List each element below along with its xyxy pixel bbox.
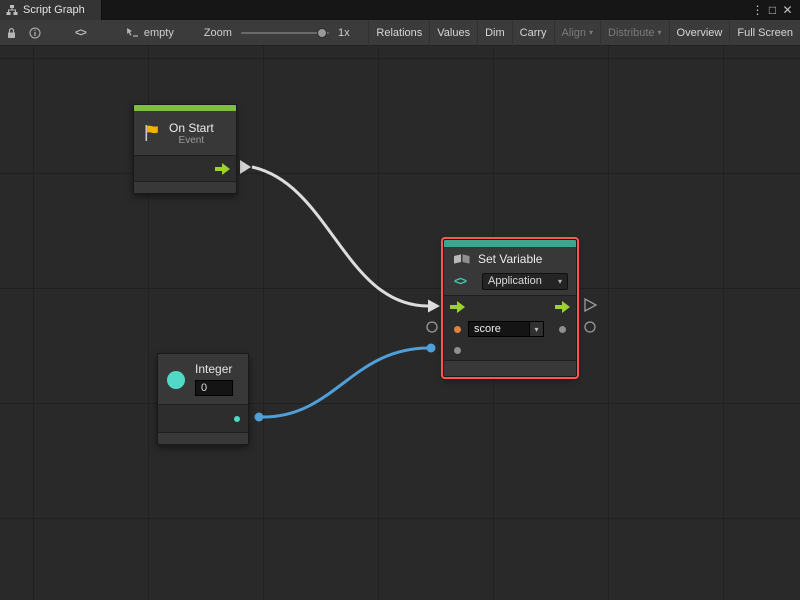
wire-onstart-to-setvariable[interactable] bbox=[252, 167, 428, 306]
value-in-port-dot[interactable] bbox=[454, 347, 461, 354]
integer-value: 0 bbox=[201, 382, 207, 394]
set-variable-ports: score ▾ bbox=[444, 295, 576, 360]
zoom-control: Zoom 1x bbox=[204, 27, 350, 39]
node-set-variable[interactable]: Set Variable <> Application ▾ bbox=[443, 239, 577, 377]
integer-out-port-dot[interactable] bbox=[234, 416, 240, 422]
node-title: On Start bbox=[169, 121, 214, 135]
scope-dropdown[interactable]: Application ▾ bbox=[482, 273, 568, 290]
setvariable-value-output-port[interactable] bbox=[585, 322, 595, 332]
distribute-dropdown-arrow: ▾ bbox=[658, 28, 662, 37]
variable-name-dropdown[interactable]: score ▾ bbox=[468, 321, 544, 337]
carry-button[interactable]: Carry bbox=[512, 20, 554, 46]
align-dropdown-arrow: ▾ bbox=[589, 28, 593, 37]
setvariable-value-input-port[interactable] bbox=[427, 344, 436, 353]
flow-out-arrow-icon[interactable] bbox=[555, 301, 570, 313]
selection-empty-label: empty bbox=[144, 27, 174, 39]
onstart-flow-output-port[interactable] bbox=[240, 160, 251, 174]
inspector-summary: empty bbox=[126, 27, 174, 39]
integer-ports bbox=[158, 404, 248, 432]
name-port-dot[interactable] bbox=[454, 326, 461, 333]
script-graph-window: Script Graph ⋮ □ ✕ <> bbox=[0, 0, 800, 600]
integer-value-field[interactable]: 0 bbox=[195, 380, 233, 396]
node-footer bbox=[158, 432, 248, 444]
set-variable-scope-row: <> Application ▾ bbox=[444, 271, 576, 295]
code-view-icon[interactable]: <> bbox=[69, 20, 92, 46]
node-footer bbox=[444, 360, 576, 376]
variables-icon bbox=[452, 252, 471, 266]
integer-type-icon bbox=[167, 371, 185, 389]
selection-pointer-icon bbox=[126, 27, 139, 39]
distribute-button[interactable]: Distribute ▾ bbox=[600, 20, 668, 46]
integer-output-port[interactable] bbox=[255, 413, 264, 422]
set-variable-header: Set Variable bbox=[444, 247, 576, 271]
relations-button[interactable]: Relations bbox=[368, 20, 429, 46]
overview-button[interactable]: Overview bbox=[669, 20, 730, 46]
node-integer[interactable]: Integer 0 bbox=[157, 353, 249, 445]
variable-color-bar bbox=[444, 240, 576, 247]
flow-in-arrow-icon[interactable] bbox=[450, 301, 465, 313]
graph-canvas[interactable]: On Start Event Set Variable bbox=[0, 46, 800, 600]
variable-kind-icon: <> bbox=[454, 274, 466, 288]
flag-icon bbox=[142, 123, 162, 143]
node-title: Set Variable bbox=[478, 252, 542, 266]
window-controls: ⋮ □ ✕ bbox=[750, 0, 800, 20]
maximize-icon[interactable]: □ bbox=[765, 0, 780, 20]
wire-layer bbox=[0, 46, 800, 600]
dim-button[interactable]: Dim bbox=[477, 20, 512, 46]
window-menu-icon[interactable]: ⋮ bbox=[750, 0, 765, 20]
close-icon[interactable]: ✕ bbox=[780, 0, 795, 20]
graph-toolbar: <> empty Zoom 1x Relations Values D bbox=[0, 20, 800, 46]
zoom-value: 1x bbox=[338, 27, 350, 39]
node-footer bbox=[134, 181, 236, 193]
node-subtitle: Event bbox=[169, 135, 214, 146]
align-button[interactable]: Align ▾ bbox=[554, 20, 600, 46]
tab-title: Script Graph bbox=[23, 4, 85, 16]
zoom-slider-handle[interactable] bbox=[317, 28, 327, 38]
node-title: Integer bbox=[195, 362, 232, 376]
flow-out-arrow-icon[interactable] bbox=[215, 163, 230, 175]
integer-header: Integer 0 bbox=[158, 354, 248, 404]
zoom-slider[interactable] bbox=[241, 32, 329, 34]
tab-script-graph[interactable]: Script Graph bbox=[0, 0, 102, 20]
wire-integer-to-setvariable[interactable] bbox=[263, 348, 429, 417]
node-on-start[interactable]: On Start Event bbox=[133, 104, 237, 194]
wire-arrowhead bbox=[428, 300, 440, 313]
setvariable-flow-output-port[interactable] bbox=[585, 299, 596, 311]
setvariable-name-input-port[interactable] bbox=[427, 322, 437, 332]
graph-tab-icon bbox=[6, 4, 18, 16]
lock-icon[interactable] bbox=[0, 20, 23, 46]
toolbar-buttons: Relations Values Dim Carry Align ▾ Distr… bbox=[368, 20, 800, 46]
variable-name-value: score bbox=[469, 323, 529, 335]
titlebar: Script Graph ⋮ □ ✕ bbox=[0, 0, 800, 20]
values-button[interactable]: Values bbox=[429, 20, 477, 46]
full-screen-button[interactable]: Full Screen bbox=[729, 20, 800, 46]
on-start-header: On Start Event bbox=[134, 111, 236, 155]
zoom-label: Zoom bbox=[204, 27, 232, 39]
value-out-port-dot[interactable] bbox=[559, 326, 566, 333]
info-icon[interactable] bbox=[23, 20, 47, 46]
scope-dropdown-arrow: ▾ bbox=[558, 277, 562, 286]
variable-name-dropdown-arrow: ▾ bbox=[529, 322, 543, 336]
scope-value: Application bbox=[488, 275, 542, 287]
on-start-ports bbox=[134, 155, 236, 181]
